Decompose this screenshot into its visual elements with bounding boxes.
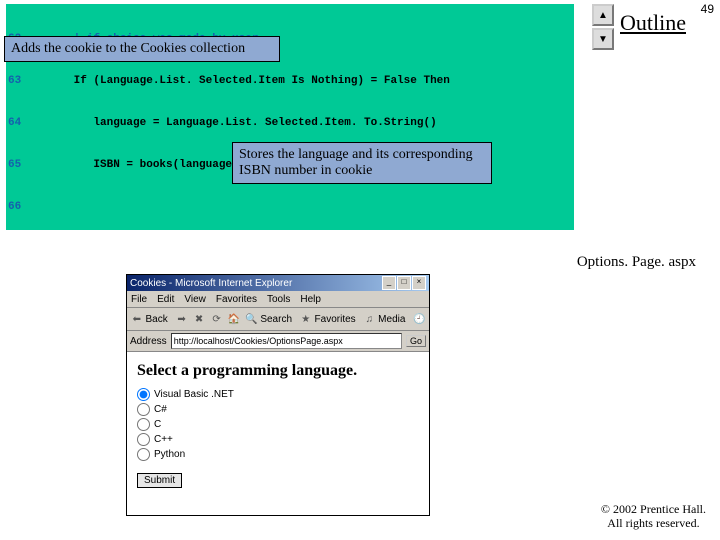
radio-python[interactable] xyxy=(137,448,150,461)
outline-link[interactable]: Outline xyxy=(620,10,686,36)
radio-cpp[interactable] xyxy=(137,433,150,446)
filename-label: Options. Page. aspx xyxy=(577,254,696,271)
menu-help[interactable]: Help xyxy=(300,294,321,305)
callout-store-language: Stores the language and its correspondin… xyxy=(232,142,492,184)
outline-nav: ▲ ▼ xyxy=(592,4,610,52)
address-bar: Address Go xyxy=(127,331,429,352)
address-label: Address xyxy=(130,336,167,347)
page-number: 49 xyxy=(701,2,714,16)
radio-label: Visual Basic .NET xyxy=(154,389,234,400)
back-label: Back xyxy=(146,314,168,325)
triangle-up-icon: ▲ xyxy=(598,10,608,21)
address-input[interactable] xyxy=(171,333,402,349)
browser-content: Select a programming language. Visual Ba… xyxy=(127,352,429,496)
menu-tools[interactable]: Tools xyxy=(267,294,290,305)
radio-label: C# xyxy=(154,404,167,415)
history-button[interactable]: 🕘 xyxy=(411,309,427,329)
media-button[interactable]: ♫ xyxy=(362,309,378,329)
maximize-button[interactable]: □ xyxy=(397,276,411,290)
menu-favorites[interactable]: Favorites xyxy=(216,294,257,305)
line-no: 66 xyxy=(6,200,34,214)
triangle-down-icon: ▼ xyxy=(598,34,608,45)
favorites-label: Favorites xyxy=(315,314,356,325)
search-label: Search xyxy=(260,314,292,325)
refresh-button[interactable]: ⟳ xyxy=(209,309,225,329)
browser-menubar: File Edit View Favorites Tools Help xyxy=(127,291,429,308)
callout-text: Adds the cookie to the Cookies collectio… xyxy=(11,41,245,56)
radio-vb[interactable] xyxy=(137,388,150,401)
nav-up-button[interactable]: ▲ xyxy=(592,4,614,26)
copyright-line1: © 2002 Prentice Hall. xyxy=(601,502,706,516)
copyright-line2: All rights reserved. xyxy=(607,516,699,530)
callout-text-line2: ISBN number in cookie xyxy=(239,163,372,178)
page-heading: Select a programming language. xyxy=(137,362,419,380)
callout-cookies-collection: Adds the cookie to the Cookies collectio… xyxy=(4,36,280,62)
code-text: language = Language.List. Selected.Item.… xyxy=(34,116,437,130)
search-button[interactable]: 🔍 xyxy=(244,309,260,329)
radio-label: C++ xyxy=(154,434,173,445)
code-text: If (Language.List. Selected.Item Is Noth… xyxy=(34,74,450,88)
copyright: © 2002 Prentice Hall. All rights reserve… xyxy=(601,502,706,530)
browser-titlebar: Cookies - Microsoft Internet Explorer _ … xyxy=(127,275,429,291)
close-button[interactable]: × xyxy=(412,276,426,290)
minimize-button[interactable]: _ xyxy=(382,276,396,290)
submit-button[interactable]: Submit xyxy=(137,473,182,488)
radio-csharp[interactable] xyxy=(137,403,150,416)
menu-edit[interactable]: Edit xyxy=(157,294,174,305)
line-no: 65 xyxy=(6,158,34,172)
line-no: 64 xyxy=(6,116,34,130)
menu-file[interactable]: File xyxy=(131,294,147,305)
go-button[interactable]: Go xyxy=(406,335,426,347)
stop-button[interactable]: ✖ xyxy=(191,309,207,329)
back-button[interactable]: ⬅ xyxy=(129,309,145,329)
radio-label: Python xyxy=(154,449,185,460)
nav-down-button[interactable]: ▼ xyxy=(592,28,614,50)
browser-title: Cookies - Microsoft Internet Explorer xyxy=(130,278,292,289)
home-button[interactable]: 🏠 xyxy=(226,309,242,329)
callout-text-line1: Stores the language and its correspondin… xyxy=(239,147,473,162)
radio-label: C xyxy=(154,419,161,430)
media-label: Media xyxy=(378,314,405,325)
favorites-button[interactable]: ★ xyxy=(298,309,314,329)
line-no: 63 xyxy=(6,74,34,88)
browser-window: Cookies - Microsoft Internet Explorer _ … xyxy=(126,274,430,516)
menu-view[interactable]: View xyxy=(184,294,206,305)
forward-button[interactable]: ➡ xyxy=(174,309,190,329)
radio-c[interactable] xyxy=(137,418,150,431)
browser-toolbar: ⬅ Back ➡ ✖ ⟳ 🏠 🔍 Search ★ Favorites ♫ Me… xyxy=(127,308,429,331)
